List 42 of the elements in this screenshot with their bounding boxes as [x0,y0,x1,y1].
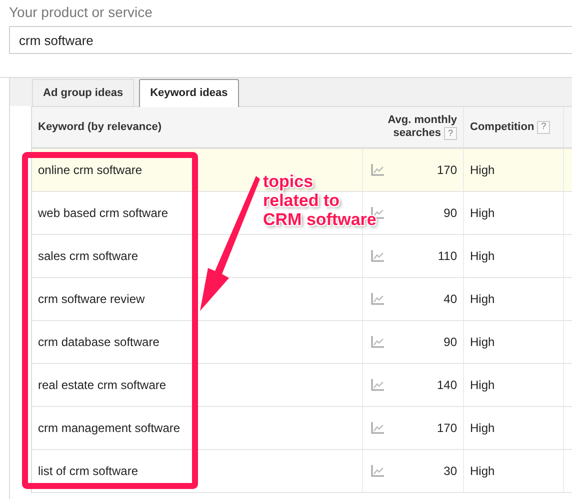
table-cell-text: High [470,334,495,351]
table-cell-text: crm software review [38,291,145,308]
tab[interactable]: Keyword ideas [139,79,239,107]
table-cell-text: 90 [444,205,457,222]
trend-chart-icon[interactable] [371,336,384,348]
table-cell-text: sales crm software [38,248,138,265]
trend-chart-icon[interactable] [371,164,384,176]
table-cell-text: 170 [436,420,457,437]
trend-chart-icon[interactable] [371,465,384,477]
trend-chart-icon[interactable] [371,422,384,434]
table-cell-text: real estate crm software [38,377,166,394]
field-label: Your product or service [9,4,154,22]
table-cell-text: web based crm software [38,205,168,222]
input-field[interactable]: crm software [9,26,572,54]
column-header: Competition [470,120,534,135]
trend-chart-icon[interactable] [371,250,384,262]
tab[interactable]: Ad group ideas [32,79,134,106]
table-cell-text: High [470,377,495,394]
table-cell-text: High [470,162,495,179]
table-cell-text: 90 [444,334,457,351]
column-header: Avg. monthly [388,114,457,127]
table-cell-text: High [470,420,495,437]
trend-chart-icon[interactable] [371,379,384,391]
trend-chart-icon[interactable] [371,293,384,305]
annotation-text: topics related to CRM software [263,172,376,229]
table-cell-text: 140 [436,377,457,394]
column-header: searches [393,127,441,140]
table-cell-text: High [470,205,495,222]
table-cell-text: 170 [436,162,457,179]
table-cell-text: crm database software [38,334,160,351]
table-cell-text: 30 [444,463,457,480]
table-cell-text: list of crm software [38,463,138,480]
column-header: Keyword (by relevance) [38,120,162,135]
table-cell-text: High [470,463,495,480]
table-cell-text: 40 [444,291,457,308]
help-icon[interactable]: ? [444,127,457,140]
help-icon[interactable]: ? [537,120,550,134]
table-cell-text: online crm software [38,162,142,179]
table-cell-text: High [470,248,495,265]
table-cell-text: High [470,291,495,308]
table-cell-text: 110 [438,248,457,265]
table-cell-text: crm management software [38,420,180,437]
